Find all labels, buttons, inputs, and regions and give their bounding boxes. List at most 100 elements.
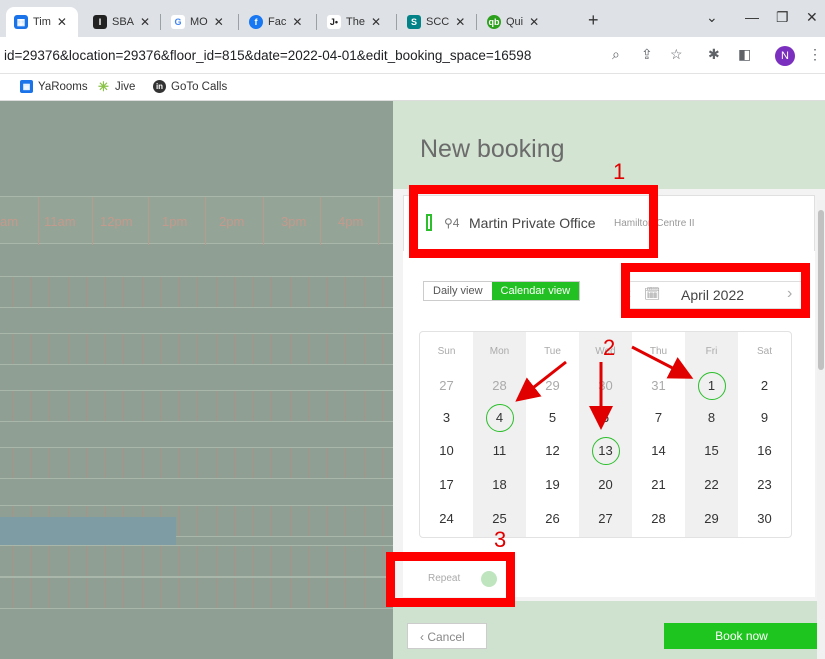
calendar-day[interactable]: 28: [473, 378, 526, 393]
calendar-day[interactable]: 12: [526, 443, 579, 458]
calendar-day[interactable]: 26: [526, 511, 579, 526]
day-number: 26: [545, 511, 560, 526]
calendar-day[interactable]: 9: [738, 410, 791, 425]
scrollbar-thumb[interactable]: [818, 210, 824, 370]
calendar-day[interactable]: 20: [579, 477, 632, 492]
calendar-day[interactable]: 23: [738, 477, 791, 492]
calendar-day[interactable]: 30: [738, 511, 791, 526]
sidepanel-icon[interactable]: ◧: [738, 46, 751, 63]
calendar-day[interactable]: 22: [685, 477, 738, 492]
calendar-day[interactable]: 21: [632, 477, 685, 492]
day-number: 11: [492, 443, 507, 458]
close-icon[interactable]: ✕: [371, 15, 381, 29]
calendar-day[interactable]: 29: [685, 511, 738, 526]
bookmark-jive[interactable]: ✳ Jive: [97, 80, 135, 93]
calendar-day[interactable]: 10: [420, 443, 473, 458]
close-icon[interactable]: ✕: [455, 15, 465, 29]
goto-icon: in: [153, 80, 166, 93]
day-number: 1: [697, 372, 726, 400]
day-number: 2: [760, 378, 769, 393]
cancel-label: Cancel: [427, 630, 465, 644]
calendar-day[interactable]: 2: [738, 378, 791, 393]
annotation-number-3: 3: [494, 527, 507, 552]
day-number: 22: [704, 477, 719, 492]
calendar-day-selected[interactable]: 4: [473, 404, 526, 432]
close-icon[interactable]: ✕: [529, 15, 539, 29]
tab-label: Fac: [268, 16, 287, 28]
url-field[interactable]: id=29376&location=29376&floor_id=815&dat…: [4, 48, 531, 63]
day-number: 20: [598, 477, 613, 492]
calendar-day[interactable]: 15: [685, 443, 738, 458]
share-icon[interactable]: ⇪: [641, 46, 653, 63]
tab-yarooms[interactable]: ▦ Tim ✕: [6, 7, 78, 37]
tab-facebook[interactable]: f Fac ✕: [241, 7, 311, 37]
bookmarks-bar: ▦ YaRooms ✳ Jive in GoTo Calls: [0, 74, 825, 101]
page-title: New booking: [420, 135, 565, 163]
weekday-header: Sat: [756, 346, 772, 357]
calendar-view-button[interactable]: Calendar view: [491, 282, 580, 300]
close-icon[interactable]: ✕: [292, 15, 302, 29]
tab-sba[interactable]: I SBA ✕: [85, 7, 155, 37]
book-now-button[interactable]: Book now: [664, 623, 819, 649]
calendar-day[interactable]: 14: [632, 443, 685, 458]
schedule-hour-header: am 11am 12pm 1pm 2pm 3pm 4pm: [0, 196, 393, 245]
close-icon[interactable]: ✕: [140, 15, 150, 29]
calendar-day[interactable]: 28: [632, 511, 685, 526]
restore-button[interactable]: ❐: [776, 9, 789, 26]
calendar-day[interactable]: 5: [526, 410, 579, 425]
hour-label: 11am: [44, 214, 76, 229]
schedule-background: am 11am 12pm 1pm 2pm 3pm 4pm: [0, 101, 393, 659]
day-number: 8: [707, 410, 716, 425]
extensions-icon[interactable]: ✱: [708, 46, 720, 63]
day-number: 16: [757, 443, 772, 458]
tab-google[interactable]: G MO ✕: [163, 7, 233, 37]
tab-quickbooks[interactable]: qb Qui ✕: [479, 7, 559, 37]
view-toggle: Daily view Calendar view: [423, 281, 581, 301]
hour-label: am: [0, 214, 19, 229]
quickbooks-icon: qb: [487, 15, 501, 29]
calendar-day[interactable]: 8: [685, 410, 738, 425]
day-number: 19: [545, 477, 560, 492]
cancel-button[interactable]: ‹ Cancel: [407, 623, 487, 649]
tab-label: SCC: [426, 16, 450, 28]
star-icon[interactable]: ☆: [670, 46, 683, 63]
jive-icon: ✳: [97, 79, 110, 94]
panel-header: New booking: [393, 101, 825, 189]
tab-search-icon[interactable]: ⌄: [706, 9, 718, 26]
new-tab-button[interactable]: +: [588, 10, 599, 31]
calendar-day[interactable]: 17: [420, 477, 473, 492]
calendar-day[interactable]: 11: [473, 443, 526, 458]
tab-sharepoint[interactable]: S SCC ✕: [399, 7, 471, 37]
calendar-day[interactable]: 27: [579, 511, 632, 526]
bookmark-yarooms[interactable]: ▦ YaRooms: [20, 80, 88, 93]
calendar-day-selected[interactable]: 1: [685, 372, 738, 400]
calendar-day[interactable]: 27: [420, 378, 473, 393]
calendar-day[interactable]: 24: [420, 511, 473, 526]
menu-icon[interactable]: ⋮: [808, 46, 822, 63]
day-number: 10: [439, 443, 454, 458]
tab-label: SBA: [112, 16, 135, 28]
day-number: 13: [591, 437, 620, 465]
bookmark-label: Jive: [115, 80, 136, 93]
zoom-icon[interactable]: ⌕: [612, 46, 620, 63]
calendar-day[interactable]: 7: [632, 410, 685, 425]
close-window-button[interactable]: ✕: [806, 9, 818, 26]
close-icon[interactable]: ✕: [57, 15, 67, 29]
calendar-day[interactable]: 16: [738, 443, 791, 458]
minimize-button[interactable]: —: [745, 9, 759, 25]
calendar-day[interactable]: 31: [632, 378, 685, 393]
schedule-row: [0, 276, 393, 308]
calendar-day[interactable]: 18: [473, 477, 526, 492]
close-icon[interactable]: ✕: [214, 15, 224, 29]
daily-view-button[interactable]: Daily view: [424, 282, 492, 300]
calendar-day[interactable]: 30: [579, 378, 632, 393]
calendar-day-selected[interactable]: 13: [579, 437, 632, 465]
calendar-day[interactable]: 6: [579, 410, 632, 425]
tab-jive[interactable]: J• The ✕: [319, 7, 391, 37]
calendar-day[interactable]: 29: [526, 378, 579, 393]
calendar-day[interactable]: 19: [526, 477, 579, 492]
bookmark-goto-calls[interactable]: in GoTo Calls: [153, 80, 227, 93]
profile-avatar[interactable]: N: [775, 46, 795, 66]
calendar-day[interactable]: 25: [473, 511, 526, 526]
calendar-day[interactable]: 3: [420, 410, 473, 425]
